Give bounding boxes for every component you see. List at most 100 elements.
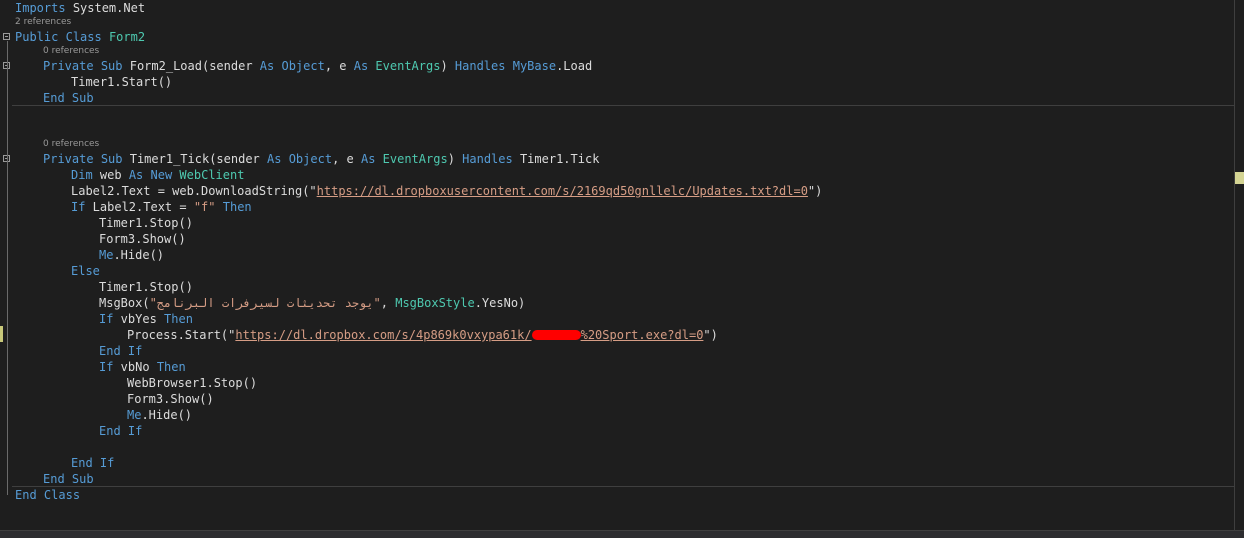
code-line-9[interactable]: If Label2.Text = "f" Then: [15, 199, 252, 215]
method-separator: [12, 486, 1234, 487]
url-link[interactable]: https://dl.dropboxusercontent.com/s/2169…: [317, 184, 808, 198]
keyword: Handles: [462, 152, 513, 166]
scrollbar-change-marker: [1235, 172, 1244, 184]
keyword: End: [71, 456, 93, 470]
code-line-26[interactable]: End Class: [15, 487, 80, 503]
code-line-20[interactable]: WebBrowser1.Stop(): [15, 375, 257, 391]
code-line-23[interactable]: End If: [15, 423, 142, 439]
keyword: End: [43, 91, 65, 105]
code-line-24[interactable]: End If: [15, 455, 114, 471]
code-text: Timer1.Tick: [512, 152, 600, 166]
keyword: If: [99, 312, 114, 326]
code-text: WebBrowser1.Stop(): [127, 376, 258, 390]
keyword: As: [353, 59, 369, 73]
fold-guide-class: [7, 41, 8, 495]
code-line-13[interactable]: Else: [15, 263, 100, 279]
keyword: Dim: [71, 168, 93, 182]
collapse-class-icon[interactable]: [3, 33, 10, 40]
keyword: Class: [43, 488, 81, 502]
code-text: Label2.Text =: [85, 200, 194, 214]
code-line-16[interactable]: If vbYes Then: [15, 311, 193, 327]
keyword: As: [128, 168, 144, 182]
codelens-class-references[interactable]: 2 references: [15, 16, 71, 28]
code-line-22[interactable]: Me.Hide(): [15, 407, 192, 423]
code-line-19[interactable]: If vbNo Then: [15, 359, 186, 375]
code-text: Timer1.Stop(): [99, 280, 193, 294]
type-name: WebClient: [179, 168, 245, 182]
string-literal: "f": [193, 200, 216, 214]
code-line-12[interactable]: Me.Hide(): [15, 247, 164, 263]
code-text: vbYes: [113, 312, 165, 326]
code-line-7[interactable]: Dim web As New WebClient: [15, 167, 244, 183]
keyword: Private: [43, 59, 94, 73]
code-text: ): [440, 59, 455, 73]
code-line-4[interactable]: Timer1.Start(): [15, 74, 172, 90]
keyword: If: [99, 456, 115, 470]
keyword: If: [99, 360, 114, 374]
code-text: Label2.Text = web.DownloadString(": [71, 184, 317, 198]
keyword: End: [15, 488, 37, 502]
code-text: "): [807, 184, 823, 198]
keyword: End: [43, 472, 65, 486]
code-text: .Hide(): [141, 408, 193, 422]
code-text: vbNo: [113, 360, 157, 374]
type-name: EventArgs: [375, 59, 441, 73]
keyword: Sub: [100, 59, 123, 73]
method-signature: Form2_Load(sender: [129, 59, 260, 73]
code-line-3[interactable]: Private Sub Form2_Load(sender As Object,…: [15, 58, 592, 74]
code-text: "): [703, 328, 718, 342]
code-line-17[interactable]: Process.Start("https://dl.dropbox.com/s/…: [15, 327, 718, 343]
code-line-15[interactable]: MsgBox("يوجد تحديثات لسيرفرات البرنامج",…: [15, 295, 525, 311]
code-line-5[interactable]: End Sub: [15, 90, 94, 106]
code-text: , e: [332, 152, 361, 166]
url-link[interactable]: https://dl.dropbox.com/s/4p869k0vxypa61k…: [235, 328, 531, 342]
code-text: Timer1.Stop(): [99, 216, 193, 230]
type-keyword: Object: [281, 59, 325, 73]
namespace-name: System.Net: [72, 1, 146, 15]
code-line-11[interactable]: Form3.Show(): [15, 231, 186, 247]
code-editor[interactable]: Imports System.Net 2 references Public C…: [0, 0, 1234, 530]
method-signature: Timer1_Tick(sender: [129, 152, 268, 166]
code-text: , e: [324, 59, 354, 73]
code-line-2[interactable]: Public Class Form2: [15, 29, 145, 45]
keyword: As: [259, 59, 275, 73]
code-text: Timer1.Start(): [71, 75, 173, 89]
code-line-21[interactable]: Form3.Show(): [15, 391, 214, 407]
keyword: Else: [71, 264, 100, 278]
code-text: .Load: [556, 59, 593, 73]
changed-line-marker: [0, 326, 3, 342]
code-line-18[interactable]: End If: [15, 343, 142, 359]
code-line-14[interactable]: Timer1.Stop(): [15, 279, 193, 295]
type-name: MsgBoxStyle: [395, 296, 475, 310]
keyword: Private: [43, 152, 94, 166]
code-text: web: [92, 168, 129, 182]
code-line-10[interactable]: Timer1.Stop(): [15, 215, 193, 231]
keyword: Class: [65, 30, 102, 44]
code-line-8[interactable]: Label2.Text = web.DownloadString("https:…: [15, 183, 822, 199]
vertical-scrollbar[interactable]: [1234, 0, 1244, 530]
codelens-form2load-references[interactable]: 0 references: [43, 45, 99, 57]
code-text: Form3.Show(): [127, 392, 214, 406]
keyword: MyBase: [512, 59, 557, 73]
class-name: Form2: [108, 30, 146, 44]
gutter: [0, 0, 12, 530]
type-keyword: Object: [288, 152, 333, 166]
horizontal-scrollbar[interactable]: [0, 530, 1244, 538]
keyword: As: [360, 152, 376, 166]
code-line-25[interactable]: End Sub: [15, 471, 94, 487]
keyword: End: [99, 424, 121, 438]
code-text: ): [447, 152, 463, 166]
code-text: Process.Start(": [127, 328, 236, 342]
keyword: End: [99, 344, 121, 358]
keyword: New: [150, 168, 173, 182]
keyword: Handles: [454, 59, 506, 73]
url-link-tail[interactable]: %20Sport.exe?dl=0: [581, 328, 704, 342]
keyword: If: [127, 344, 143, 358]
code-line-1[interactable]: Imports System.Net: [15, 0, 145, 16]
codelens-timer1tick-references[interactable]: 0 references: [43, 138, 99, 150]
keyword: Imports: [15, 1, 66, 15]
code-line-6[interactable]: Private Sub Timer1_Tick(sender As Object…: [15, 151, 599, 167]
code-text: .Hide(): [113, 248, 165, 262]
keyword: If: [127, 424, 143, 438]
keyword: Me: [127, 408, 142, 422]
